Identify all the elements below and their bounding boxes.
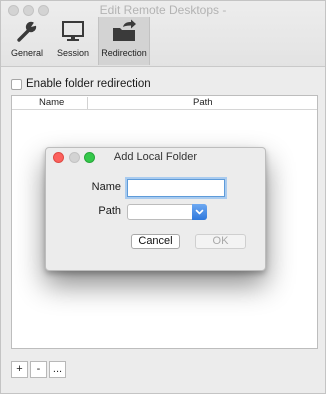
remove-folder-button[interactable]: - — [30, 361, 47, 378]
title-toolbar: Edit Remote Desktops - General Session R — [1, 1, 325, 67]
enable-folder-redirection-row: Enable folder redirection — [11, 76, 151, 92]
edit-remote-desktops-window: Edit Remote Desktops - General Session R — [0, 0, 326, 394]
table-header: Name Path — [12, 96, 317, 110]
select-arrow-button[interactable] — [192, 204, 207, 220]
monitor-icon — [62, 21, 84, 41]
name-label: Name — [91, 181, 121, 193]
more-options-button[interactable]: ... — [49, 361, 66, 378]
wrench-icon — [17, 21, 39, 42]
dialog-title: Add Local Folder — [113, 151, 198, 163]
chevron-down-icon — [195, 209, 204, 215]
cancel-button[interactable]: Cancel — [131, 234, 180, 249]
tab-general-label: General — [10, 48, 44, 58]
column-header-name[interactable]: Name — [39, 97, 64, 108]
tab-session[interactable]: Session — [53, 17, 93, 65]
column-header-path[interactable]: Path — [193, 97, 213, 108]
path-label: Path — [98, 205, 121, 217]
table-button-bar: + - ... — [11, 361, 68, 378]
tab-redirection-label: Redirection — [101, 48, 147, 58]
path-select[interactable] — [127, 204, 207, 220]
dialog-title-bar: Add Local Folder — [46, 148, 265, 168]
folder-redirect-icon — [113, 19, 136, 41]
tab-general[interactable]: General — [7, 17, 47, 65]
tab-redirection[interactable]: Redirection — [98, 17, 150, 65]
window-title: Edit Remote Desktops - — [99, 3, 227, 17]
add-folder-button[interactable]: + — [11, 361, 28, 378]
add-local-folder-dialog: Add Local Folder Name Path Cancel OK — [45, 147, 266, 271]
tab-session-label: Session — [56, 48, 90, 58]
ok-button[interactable]: OK — [195, 234, 246, 249]
column-divider[interactable] — [87, 97, 88, 109]
enable-folder-redirection-checkbox[interactable] — [11, 78, 22, 90]
enable-folder-redirection-label[interactable]: Enable folder redirection — [26, 78, 151, 90]
name-input[interactable] — [127, 179, 225, 197]
